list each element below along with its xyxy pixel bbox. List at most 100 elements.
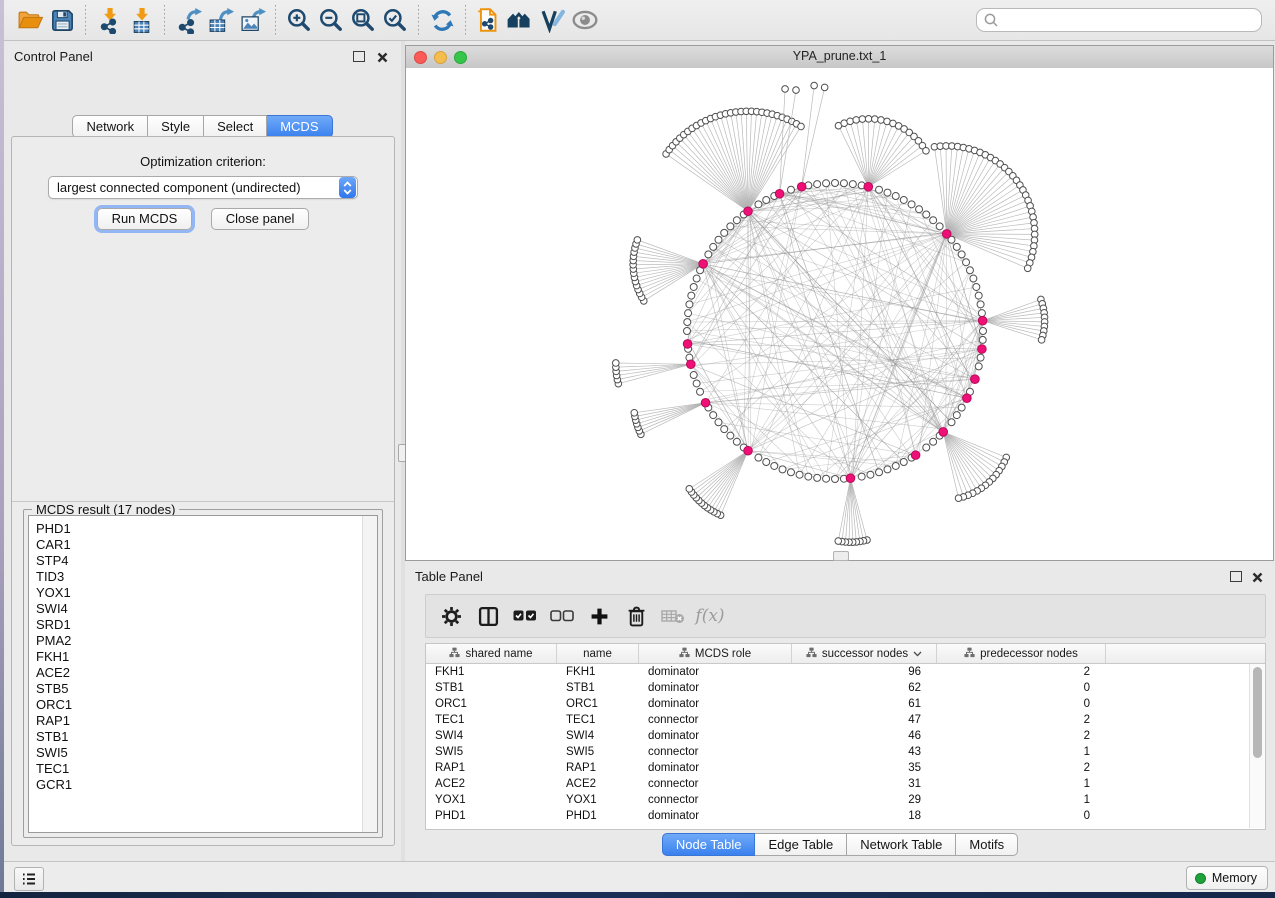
network-window-titlebar[interactable]: YPA_prune.txt_1 [406, 46, 1273, 69]
table-cell: PHD1 [426, 808, 557, 824]
table-cell: 96 [792, 664, 937, 680]
close-panel-button[interactable]: Close panel [211, 208, 310, 230]
control-panel-title: Control Panel [14, 49, 93, 64]
toolbar-separator [164, 5, 165, 35]
table-row[interactable]: TEC1TEC1connector472 [426, 712, 1250, 728]
table-row[interactable]: ORC1ORC1dominator610 [426, 696, 1250, 712]
table-row[interactable]: SWI5SWI5connector431 [426, 744, 1250, 760]
save-session-icon[interactable] [46, 4, 78, 36]
mcds-result-item[interactable]: CAR1 [36, 537, 363, 553]
mcds-result-item[interactable]: ORC1 [36, 697, 363, 713]
table-cell: 47 [792, 712, 937, 728]
tab-mcds[interactable]: MCDS [267, 115, 332, 138]
network-canvas[interactable] [406, 68, 1273, 560]
import-network-icon[interactable] [93, 4, 125, 36]
table-row[interactable]: ACE2ACE2connector311 [426, 776, 1250, 792]
select-all-columns-icon[interactable] [513, 604, 537, 628]
table-row[interactable]: FKH1FKH1dominator962 [426, 664, 1250, 680]
table-row[interactable]: YOX1YOX1connector291 [426, 792, 1250, 808]
criterion-dropdown[interactable]: largest connected component (undirected) [48, 176, 358, 199]
column-header-shared-name[interactable]: shared name [426, 644, 557, 663]
table-cell: 61 [792, 696, 937, 712]
zoom-selected-icon[interactable] [379, 4, 411, 36]
open-file-icon[interactable] [14, 4, 46, 36]
memory-label: Memory [1212, 871, 1257, 885]
table-cell: dominator [639, 728, 792, 744]
table-cell: TEC1 [426, 712, 557, 728]
show-column-panel-icon[interactable] [476, 604, 500, 628]
mcds-result-item[interactable]: TID3 [36, 569, 363, 585]
tab-node-table[interactable]: Node Table [662, 833, 756, 856]
mcds-result-item[interactable]: TEC1 [36, 761, 363, 777]
horizontal-splitter-grip[interactable] [833, 551, 849, 561]
float-panel-icon[interactable] [1230, 571, 1242, 582]
vizmapper-icon[interactable] [537, 4, 569, 36]
search-input[interactable] [1000, 10, 1261, 30]
close-panel-icon[interactable] [377, 50, 388, 68]
tab-network-table[interactable]: Network Table [847, 833, 956, 856]
mcds-result-item[interactable]: SWI4 [36, 601, 363, 617]
table-row[interactable]: SWI4SWI4dominator462 [426, 728, 1250, 744]
tab-style[interactable]: Style [148, 115, 204, 138]
column-label: predecessor nodes [980, 648, 1078, 660]
table-scrollbar-thumb[interactable] [1253, 667, 1262, 758]
mcds-result-item[interactable]: SWI5 [36, 745, 363, 761]
mcds-result-item[interactable]: FKH1 [36, 649, 363, 665]
create-column-plus-icon[interactable] [587, 604, 611, 628]
tab-select[interactable]: Select [204, 115, 267, 138]
mcds-result-item[interactable]: PHD1 [36, 521, 363, 537]
mcds-result-item[interactable]: SRD1 [36, 617, 363, 633]
search-network-icon[interactable] [505, 4, 537, 36]
sort-descending-icon [913, 648, 922, 660]
share-document-icon[interactable] [473, 4, 505, 36]
mcds-result-scrollbar[interactable] [362, 516, 377, 832]
tab-motifs[interactable]: Motifs [956, 833, 1018, 856]
column-header-MCDS-role[interactable]: MCDS role [639, 644, 792, 663]
import-table-icon[interactable] [125, 4, 157, 36]
float-panel-icon[interactable] [353, 51, 365, 62]
table-row[interactable]: RAP1RAP1dominator352 [426, 760, 1250, 776]
table-row[interactable]: PHD1PHD1dominator180 [426, 808, 1250, 824]
tab-edge-table[interactable]: Edge Table [755, 833, 847, 856]
column-label: MCDS role [695, 648, 751, 660]
delete-column-trash-icon[interactable] [624, 604, 648, 628]
table-scrollbar[interactable] [1249, 664, 1265, 828]
table-settings-gear-icon[interactable] [439, 604, 463, 628]
hide-panel-eye-icon[interactable] [569, 4, 601, 36]
table-cell: 0 [937, 808, 1106, 824]
mcds-result-item[interactable]: STP4 [36, 553, 363, 569]
table-cell: 2 [937, 760, 1106, 776]
table-cell: 18 [792, 808, 937, 824]
table-cell: dominator [639, 696, 792, 712]
search-field[interactable] [976, 8, 1262, 32]
mcds-result-item[interactable]: YOX1 [36, 585, 363, 601]
table-row[interactable]: STB1STB1dominator620 [426, 680, 1250, 696]
mcds-result-item[interactable]: PMA2 [36, 633, 363, 649]
run-mcds-button[interactable]: Run MCDS [97, 208, 193, 230]
network-graph [406, 68, 1273, 560]
table-cell: 0 [937, 680, 1106, 696]
task-history-button[interactable] [14, 867, 44, 891]
optimization-criterion-label: Optimization criterion: [12, 154, 394, 169]
column-header-successor-nodes[interactable]: successor nodes [792, 644, 937, 663]
refresh-icon[interactable] [426, 4, 458, 36]
export-network-icon[interactable] [172, 4, 204, 36]
mcds-result-item[interactable]: ACE2 [36, 665, 363, 681]
attribute-tree-icon [679, 647, 690, 661]
zoom-out-icon[interactable] [315, 4, 347, 36]
close-panel-icon[interactable] [1252, 570, 1263, 588]
deselect-all-columns-icon[interactable] [550, 604, 574, 628]
mcds-result-item[interactable]: GCR1 [36, 777, 363, 793]
table-panel-tabs: Node TableEdge TableNetwork TableMotifs [405, 833, 1275, 856]
column-header-predecessor-nodes[interactable]: predecessor nodes [937, 644, 1106, 663]
zoom-fit-icon[interactable] [347, 4, 379, 36]
mcds-result-item[interactable]: STB1 [36, 729, 363, 745]
mcds-result-item[interactable]: STB5 [36, 681, 363, 697]
memory-button[interactable]: Memory [1186, 866, 1268, 890]
export-image-icon[interactable] [236, 4, 268, 36]
zoom-in-icon[interactable] [283, 4, 315, 36]
mcds-result-item[interactable]: RAP1 [36, 713, 363, 729]
column-header-name[interactable]: name [557, 644, 639, 663]
export-table-icon[interactable] [204, 4, 236, 36]
tab-network[interactable]: Network [72, 115, 148, 138]
